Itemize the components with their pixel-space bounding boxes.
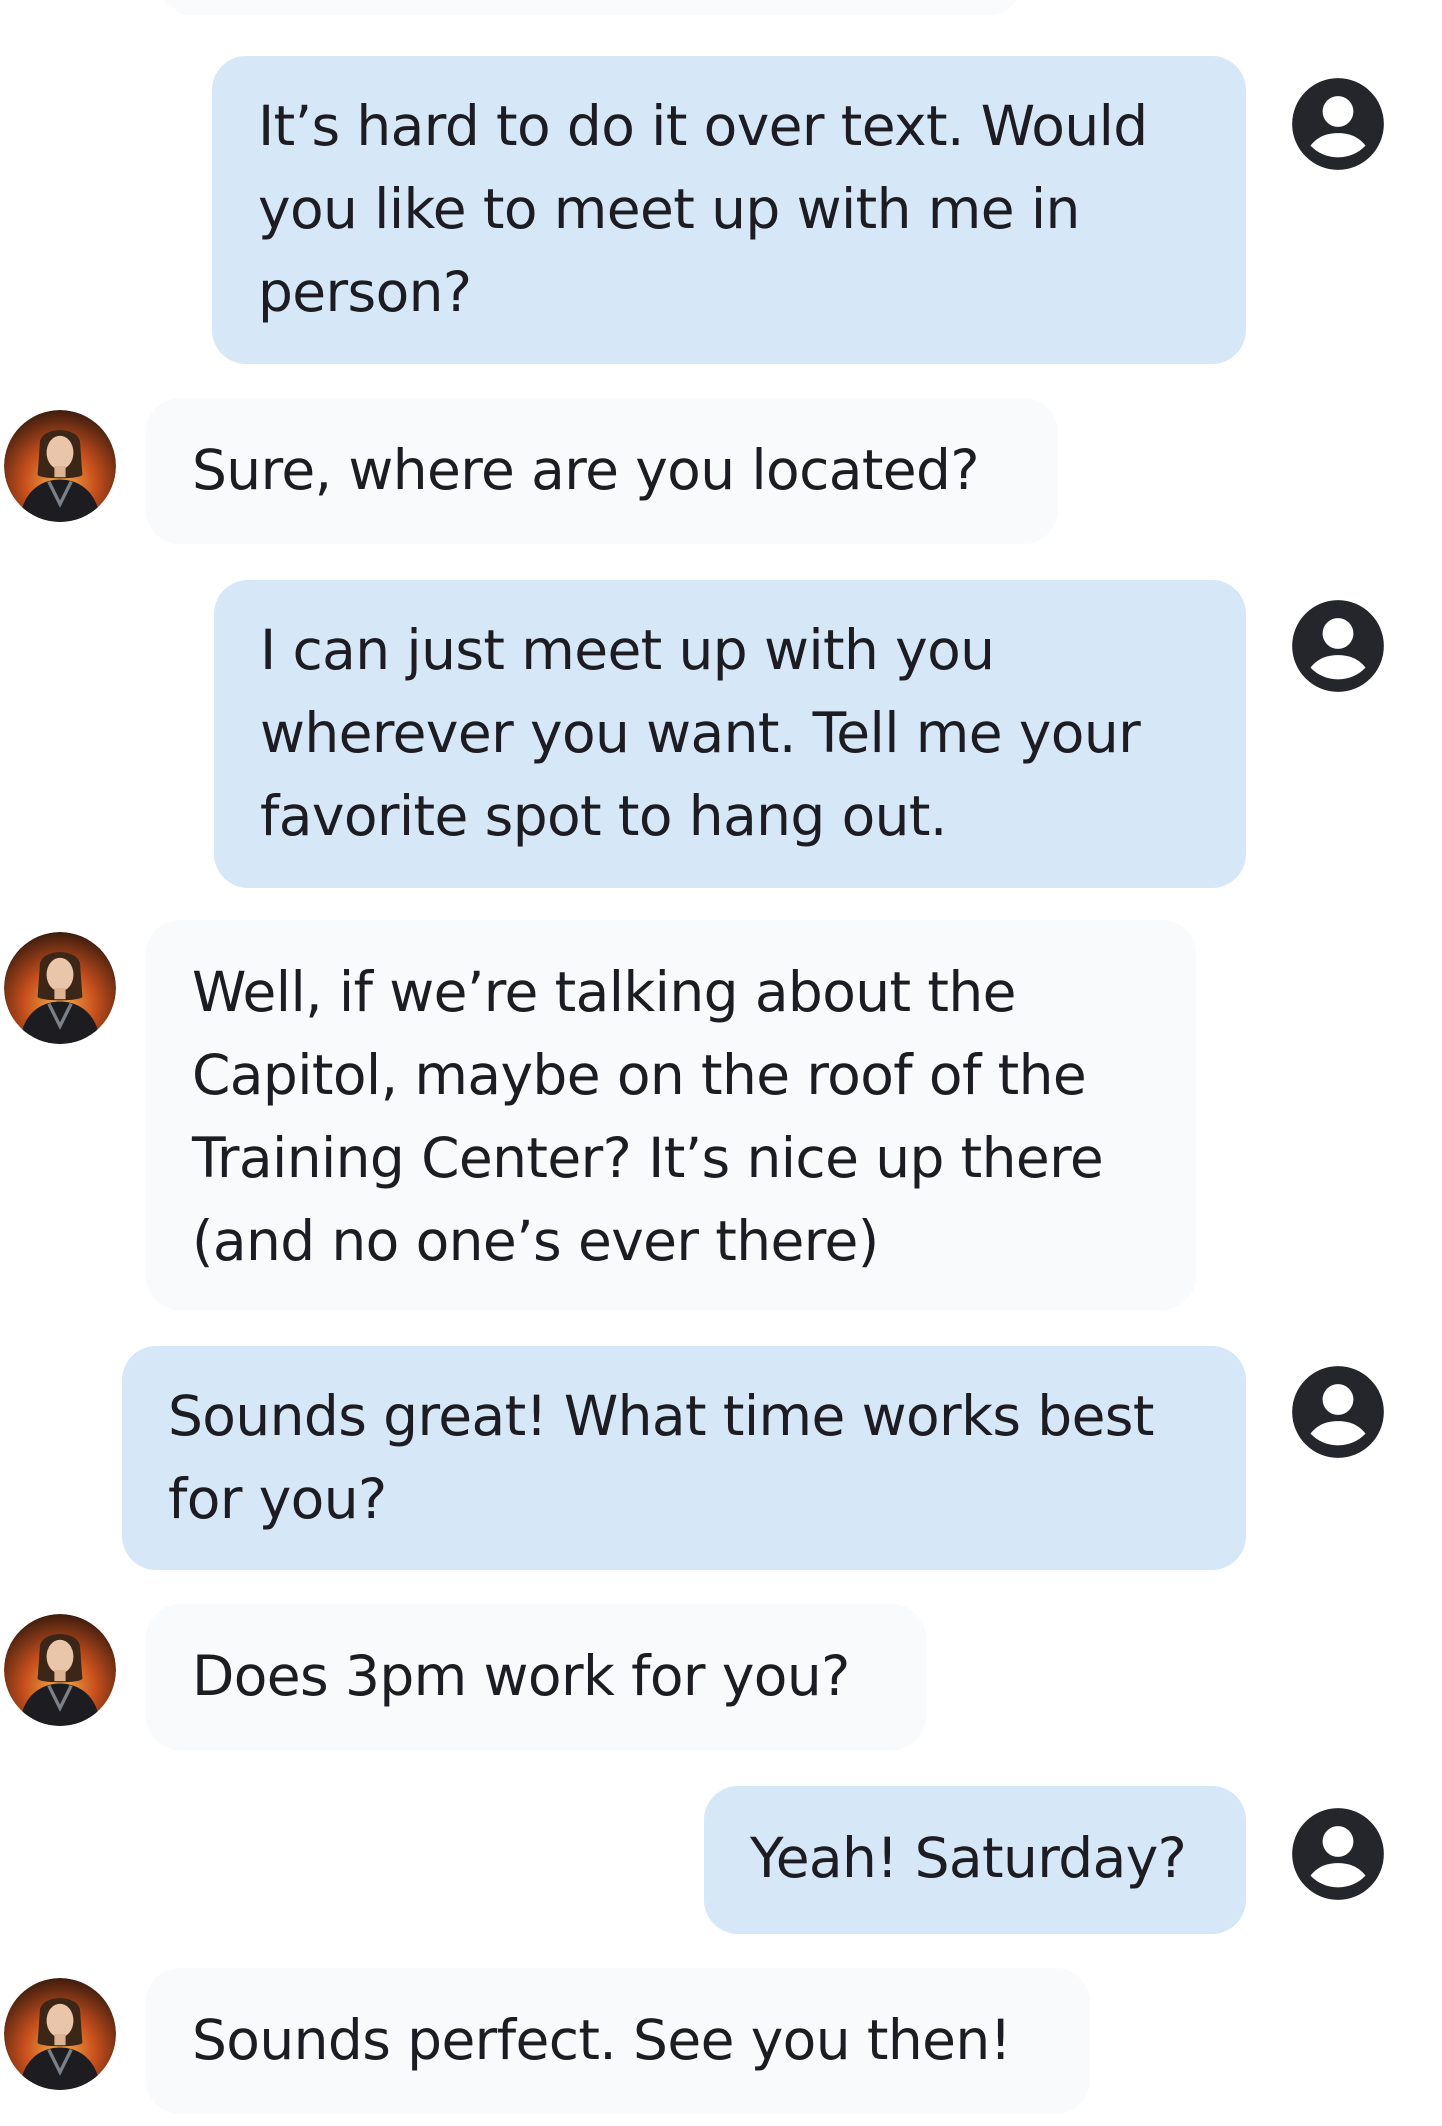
user-avatar-icon xyxy=(1292,600,1384,692)
user-message-bubble: I can just meet up with you wherever you… xyxy=(214,580,1246,888)
bot-avatar xyxy=(4,410,116,522)
bot-message-bubble: Does 3pm work for you? xyxy=(146,1604,926,1750)
chat-thread: It’s hard to do it over text. Would you … xyxy=(0,0,1442,2126)
bot-message-bubble: Sure, where are you located? xyxy=(146,398,1058,544)
message-text: I can just meet up with you wherever you… xyxy=(260,618,1141,848)
bot-message-bubble: Sounds perfect. See you then! xyxy=(146,1968,1090,2114)
message-text: Sounds perfect. See you then! xyxy=(192,2008,1012,2072)
user-message-bubble: Sounds great! What time works best for y… xyxy=(122,1346,1246,1570)
bot-avatar xyxy=(4,1614,116,1726)
message-text: Sounds great! What time works best for y… xyxy=(168,1384,1154,1531)
user-message-bubble: Yeah! Saturday? xyxy=(704,1786,1246,1934)
bot-avatar xyxy=(4,1978,116,2090)
user-avatar-icon xyxy=(1292,1808,1384,1900)
message-text: It’s hard to do it over text. Would you … xyxy=(258,94,1148,324)
message-text: Well, if we’re talking about the Capitol… xyxy=(192,960,1104,1273)
message-text: Sure, where are you located? xyxy=(192,438,980,502)
bot-avatar xyxy=(4,932,116,1044)
user-avatar-icon xyxy=(1292,1366,1384,1458)
previous-message-bubble xyxy=(160,0,1020,15)
user-avatar-icon xyxy=(1292,78,1384,170)
bot-message-bubble: Well, if we’re talking about the Capitol… xyxy=(146,920,1196,1310)
user-message-bubble: It’s hard to do it over text. Would you … xyxy=(212,56,1246,364)
message-text: Does 3pm work for you? xyxy=(192,1644,850,1708)
message-text: Yeah! Saturday? xyxy=(750,1826,1187,1890)
